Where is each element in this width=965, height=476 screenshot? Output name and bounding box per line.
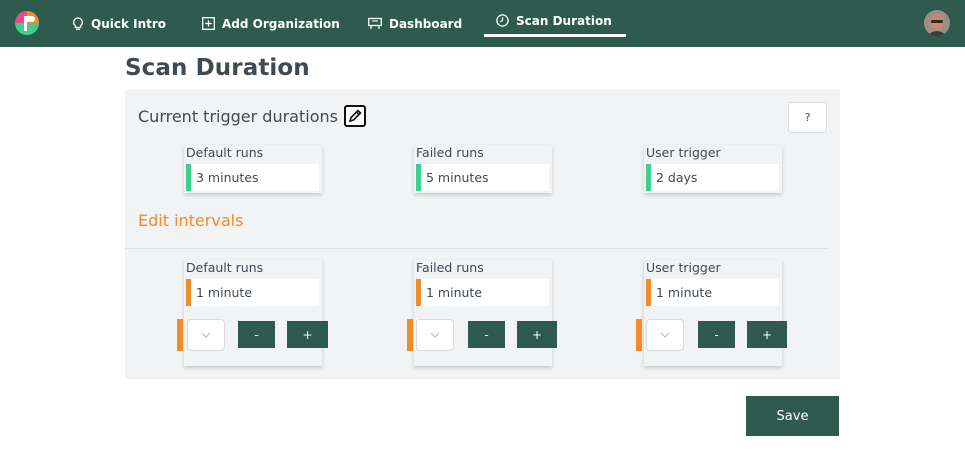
current-value-box: 5 minutes	[416, 164, 549, 191]
plus-square-icon	[202, 17, 215, 30]
page-title: Scan Duration	[125, 55, 310, 81]
edit-value: 1 minute	[426, 285, 483, 300]
nav-dashboard[interactable]: Dashboard	[368, 0, 462, 47]
status-bar	[416, 164, 421, 191]
edit-value: 1 minute	[656, 285, 713, 300]
control-accent-bar	[407, 319, 413, 351]
status-bar	[646, 164, 651, 191]
nav-scan-duration-label: Scan Duration	[516, 13, 612, 28]
chevron-down-icon	[201, 332, 211, 338]
interval-bar	[186, 279, 191, 306]
edit-value-box: 1 minute	[416, 279, 549, 306]
unit-select[interactable]	[416, 319, 454, 351]
nav-add-organization[interactable]: Add Organization	[202, 0, 340, 47]
nav-scan-duration[interactable]: Scan Duration	[484, 0, 626, 44]
decrement-button[interactable]: -	[468, 321, 505, 348]
edit-value: 1 minute	[196, 285, 253, 300]
interval-bar	[416, 279, 421, 306]
current-card-label: Default runs	[186, 145, 264, 160]
edit-value-box: 1 minute	[646, 279, 779, 306]
status-bar	[186, 164, 191, 191]
lightbulb-icon	[73, 16, 83, 30]
scan-duration-panel: Current trigger durations ? Default runs…	[125, 89, 840, 379]
decrement-button[interactable]: -	[698, 321, 735, 348]
user-avatar[interactable]	[924, 10, 950, 36]
app-logo[interactable]	[14, 10, 40, 36]
top-navbar: Quick Intro Add Organization Dashboard S…	[0, 0, 965, 47]
edit-card-label: User trigger	[646, 260, 721, 275]
current-durations-heading: Current trigger durations	[138, 105, 366, 127]
current-card-label: Failed runs	[416, 145, 484, 160]
nav-add-organization-label: Add Organization	[222, 16, 340, 31]
edit-card-label: Failed runs	[416, 260, 484, 275]
current-card-label: User trigger	[646, 145, 721, 160]
current-value-box: 2 days	[646, 164, 779, 191]
increment-button[interactable]: +	[517, 321, 557, 348]
current-value: 3 minutes	[196, 170, 259, 185]
unit-select[interactable]	[187, 319, 225, 351]
help-button[interactable]: ?	[788, 102, 827, 133]
nav-quick-intro-label: Quick Intro	[91, 16, 167, 31]
decrement-button[interactable]: -	[238, 321, 275, 348]
control-accent-bar	[177, 319, 183, 351]
dashboard-icon	[368, 17, 382, 29]
current-value-box: 3 minutes	[186, 164, 319, 191]
save-button[interactable]: Save	[746, 396, 839, 436]
current-card-failed-runs: Failed runs 5 minutes	[414, 145, 552, 193]
edit-intervals-heading: Edit intervals	[138, 211, 244, 230]
edit-card-label: Default runs	[186, 260, 264, 275]
clock-icon	[496, 14, 509, 27]
current-value: 5 minutes	[426, 170, 489, 185]
unit-select[interactable]	[646, 319, 684, 351]
nav-quick-intro[interactable]: Quick Intro	[72, 0, 166, 47]
nav-dashboard-label: Dashboard	[389, 16, 463, 31]
chevron-down-icon	[660, 332, 670, 338]
edit-icon[interactable]	[343, 105, 366, 127]
current-durations-title: Current trigger durations	[138, 106, 338, 126]
current-card-default-runs: Default runs 3 minutes	[184, 145, 322, 193]
edit-value-box: 1 minute	[186, 279, 319, 306]
chevron-down-icon	[430, 332, 440, 338]
current-card-user-trigger: User trigger 2 days	[644, 145, 782, 193]
interval-bar	[646, 279, 651, 306]
divider	[125, 248, 828, 249]
increment-button[interactable]: +	[747, 321, 787, 348]
current-value: 2 days	[656, 170, 698, 185]
control-accent-bar	[636, 319, 642, 351]
increment-button[interactable]: +	[287, 321, 328, 348]
